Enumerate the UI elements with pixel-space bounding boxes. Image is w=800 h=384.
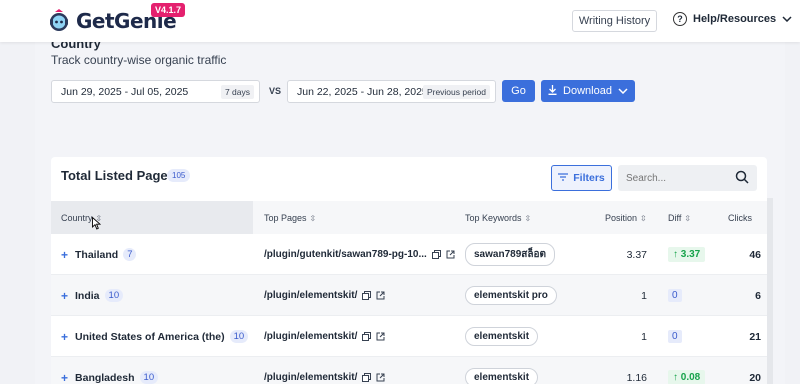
diff-badge: 0 [668,289,682,302]
help-resources-menu[interactable]: ? Help/Resources [673,12,792,26]
diff-badge: ↑ 0.08 [668,370,706,384]
country-count-badge: 10 [104,289,124,302]
column-header-clicks[interactable]: Clicks [728,213,752,223]
copy-icon[interactable] [362,291,372,300]
expand-row-icon[interactable]: + [61,248,68,262]
keyword-pill[interactable]: elementskit pro [465,286,557,305]
current-date-range: Jun 29, 2025 - Jul 05, 2025 [61,85,189,98]
table-row: + Bangladesh 10 /plugin/elementskit/ ele… [51,357,767,384]
table-row: + India 10 /plugin/elementskit/ elements… [51,275,767,316]
filters-button[interactable]: Filters [551,165,612,191]
search-box [618,165,757,191]
arrow-up-icon: ↑ [673,249,678,260]
table-header: Country ⇳ Top Pages ⇳ Top Keywords ⇳ Positi… [51,201,767,234]
external-link-icon[interactable] [376,332,385,341]
clicks-value: 21 [749,330,761,343]
total-count-badge: 105 [167,169,191,182]
country-count-badge: 10 [139,371,159,384]
sort-icon: ⇳ [309,213,317,223]
country-name: Thailand [75,248,119,261]
listed-pages-card: Total Listed Pages 105 Filters Country⇳ … [51,157,767,384]
diff-badge: ↑ 3.37 [668,247,706,262]
previous-date-range-picker[interactable]: Jun 22, 2025 - Jun 28, 2025 Previous per… [287,80,496,103]
go-button[interactable]: Go [502,80,535,102]
sort-icon: ⇳ [640,213,647,223]
vs-label: VS [269,86,282,96]
search-input[interactable] [626,172,726,184]
column-header-position[interactable]: Position ⇳ [605,213,647,223]
column-header-top-keywords[interactable]: Top Keywords ⇳ [465,213,532,223]
clicks-value: 20 [749,371,761,384]
sort-icon: ⇳ [524,213,532,223]
sort-icon: ⇳ [684,213,691,223]
table-row: + Thailand 7 /plugin/gutenkit/sawan789-p… [51,234,767,275]
page-path[interactable]: /plugin/elementskit/ [264,372,357,383]
country-count-badge: 10 [229,330,249,343]
page-path[interactable]: /plugin/elementskit/ [264,331,357,342]
help-icon: ? [673,12,687,26]
chevron-down-icon [618,85,628,97]
chevron-down-icon [782,14,792,25]
help-label: Help/Resources [693,13,777,25]
keyword-pill[interactable]: sawan789สล็อต [465,243,555,266]
expand-row-icon[interactable]: + [61,330,68,344]
current-period-tag: 7 days [220,85,254,99]
country-name: United States of America (the) [75,330,225,343]
position-value: 3.37 [626,248,647,261]
clicks-value: 46 [749,248,761,261]
previous-period-tag: Previous period [422,85,490,99]
filter-icon [558,172,569,184]
previous-date-range: Jun 22, 2025 - Jun 28, 2025 [297,85,428,98]
section-subtitle: Track country-wise organic traffic [51,53,227,67]
writing-history-button[interactable]: Writing History [572,10,657,32]
page-path[interactable]: /plugin/elementskit/ [264,290,357,301]
expand-row-icon[interactable]: + [61,289,68,303]
search-icon[interactable] [735,170,749,187]
keyword-pill[interactable]: elementskit [465,327,539,346]
download-button[interactable]: Download [541,80,635,102]
external-link-icon[interactable] [376,373,385,382]
version-badge: V4.1.7 [151,3,186,17]
position-value: 1.16 [626,371,647,384]
download-label: Download [563,85,612,97]
keyword-pill[interactable]: elementskit [465,368,539,384]
copy-icon[interactable] [362,332,372,341]
expand-row-icon[interactable]: + [61,371,68,384]
copy-icon[interactable] [431,250,441,259]
top-bar: GetGenie V4.1.7 Writing History ? Help/R… [0,0,800,42]
clicks-value: 6 [755,289,761,302]
table-title: Total Listed Pages [61,168,175,183]
arrow-up-icon: ↑ [673,372,678,383]
column-header-top-pages[interactable]: Top Pages ⇳ [264,213,317,223]
copy-icon[interactable] [362,373,372,382]
table-row: + United States of America (the) 10 /plu… [51,316,767,357]
country-name: India [75,289,100,302]
column-header-diff[interactable]: Diff ⇳ [668,213,691,223]
page-path[interactable]: /plugin/gutenkit/sawan789-pg-10... [264,249,427,260]
external-link-icon[interactable] [376,291,385,300]
position-value: 1 [641,330,647,343]
country-name: Bangladesh [75,371,135,384]
position-value: 1 [641,289,647,302]
country-count-badge: 7 [123,248,137,261]
filters-label: Filters [573,172,605,184]
diff-badge: 0 [668,330,682,343]
horizontal-scrollbar-track[interactable] [767,198,773,384]
genie-logo-icon [46,8,72,34]
download-icon [548,84,557,98]
current-date-range-picker[interactable]: Jun 29, 2025 - Jul 05, 2025 7 days [51,80,260,103]
mouse-cursor-icon [92,216,102,233]
external-link-icon[interactable] [446,250,455,259]
